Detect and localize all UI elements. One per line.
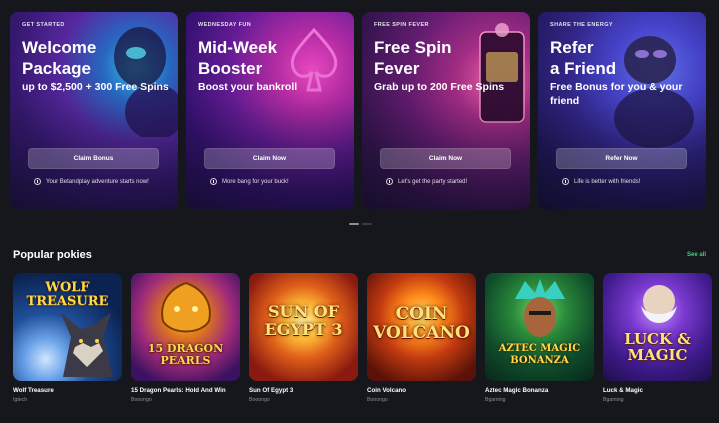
refer-now-button[interactable]: Refer Now	[556, 148, 687, 169]
game-logo: 15 DRAGON PEARLS	[147, 342, 224, 367]
game-logo: WOLF TREASURE	[26, 280, 109, 309]
game-card[interactable]: SUN OF EGYPT 3 Sun Of Egypt 3 Booongo	[249, 273, 358, 403]
game-thumbnail[interactable]: LUCK & MAGIC	[603, 273, 712, 381]
game-provider: Bgaming	[603, 397, 624, 403]
game-card[interactable]: LUCK & MAGIC Luck & Magic Bgaming	[603, 273, 712, 403]
game-name: Luck & Magic	[603, 387, 643, 394]
game-provider: Booongo	[131, 397, 152, 403]
promo-title: Free Spin Fever	[374, 38, 452, 78]
game-card[interactable]: AZTEC MAGIC BONANZA Aztec Magic Bonanza …	[485, 273, 594, 403]
promo-card-free-spin[interactable]: FREE SPIN FEVER Free Spin Fever Grab up …	[362, 12, 530, 209]
promo-card-welcome[interactable]: GET STARTED Welcome Package up to $2,500…	[10, 12, 178, 209]
promo-tag: SHARE THE ENERGY	[550, 22, 613, 28]
game-card[interactable]: COIN VOLCANO Coin Volcano Booongo	[367, 273, 476, 403]
game-provider: Bgaming	[485, 397, 506, 403]
info-icon	[34, 178, 41, 185]
promo-card-refer[interactable]: SHARE THE ENERGY Refer a Friend Free Bon…	[538, 12, 706, 209]
game-logo: AZTEC MAGIC BONANZA	[498, 343, 581, 366]
wolf-icon	[61, 313, 113, 377]
game-provider: Booongo	[249, 397, 270, 403]
promo-note: More bang for your buck!	[210, 178, 289, 185]
promo-carousel: GET STARTED Welcome Package up to $2,500…	[10, 12, 706, 209]
game-name: Wolf Treasure	[13, 387, 54, 394]
game-thumbnail[interactable]: AZTEC MAGIC BONANZA	[485, 273, 594, 381]
game-name: Coin Volcano	[367, 387, 407, 394]
promo-tag: FREE SPIN FEVER	[374, 22, 429, 28]
info-icon	[386, 178, 393, 185]
promo-title: Refer a Friend	[550, 38, 617, 78]
info-icon	[210, 178, 217, 185]
section-title: Popular pokies	[13, 249, 92, 261]
promo-note: Let's get the party started!	[386, 178, 467, 185]
promo-note: Your Betandplay adventure starts now!	[34, 178, 149, 185]
promo-subtitle: Boost your bankroll	[198, 81, 298, 93]
promo-subtitle: Grab up to 200 Free Spins	[374, 81, 505, 93]
wizard-icon	[641, 285, 677, 323]
see-all-link[interactable]: See all	[687, 252, 706, 258]
promo-subtitle: up to $2,500 + 300 Free Spins	[22, 81, 169, 93]
promo-tag: WEDNESDAY FUN	[198, 22, 252, 28]
game-card[interactable]: 15 DRAGON PEARLS 15 Dragon Pearls: Hold …	[131, 273, 240, 403]
game-thumbnail[interactable]: 15 DRAGON PEARLS	[131, 273, 240, 381]
game-logo: COIN VOLCANO	[373, 304, 470, 343]
promo-note-text: Your Betandplay adventure starts now!	[46, 178, 149, 185]
promo-card-midweek[interactable]: WEDNESDAY FUN Mid-Week Booster Boost you…	[186, 12, 354, 209]
promo-note: Life is better with friends!	[562, 178, 640, 185]
promo-title: Mid-Week Booster	[198, 38, 278, 78]
promo-note-text: More bang for your buck!	[222, 178, 289, 185]
game-thumbnail[interactable]: SUN OF EGYPT 3	[249, 273, 358, 381]
game-card[interactable]: WOLF TREASURE Wolf Treasure Igtech	[13, 273, 122, 403]
claim-now-button[interactable]: Claim Now	[380, 148, 511, 169]
game-thumbnail[interactable]: COIN VOLCANO	[367, 273, 476, 381]
claim-bonus-button[interactable]: Claim Bonus	[28, 148, 159, 169]
carousel-pagination	[349, 223, 372, 225]
game-provider: Booongo	[367, 397, 388, 403]
claim-now-button[interactable]: Claim Now	[204, 148, 335, 169]
promo-subtitle: Free Bonus for you & your friend	[550, 81, 683, 107]
promo-note-text: Let's get the party started!	[398, 178, 468, 185]
game-logo: SUN OF EGYPT 3	[264, 302, 343, 339]
carousel-dot-2[interactable]	[362, 223, 372, 225]
game-logo: LUCK & MAGIC	[624, 330, 691, 364]
game-thumbnail[interactable]: WOLF TREASURE	[13, 273, 122, 381]
aztec-warrior-icon	[515, 279, 565, 337]
info-icon	[562, 178, 569, 185]
game-name: 15 Dragon Pearls: Hold And Win	[131, 387, 226, 394]
promo-note-text: Life is better with friends!	[574, 178, 641, 185]
promo-tag: GET STARTED	[22, 22, 65, 28]
game-provider: Igtech	[13, 397, 28, 403]
game-name: Aztec Magic Bonanza	[485, 387, 549, 394]
games-row: WOLF TREASURE Wolf Treasure Igtech 15 DR…	[13, 273, 712, 413]
dragon-icon	[161, 281, 211, 333]
promo-title: Welcome Package	[22, 38, 97, 78]
carousel-dot-1[interactable]	[349, 223, 359, 225]
game-name: Sun Of Egypt 3	[249, 387, 294, 394]
